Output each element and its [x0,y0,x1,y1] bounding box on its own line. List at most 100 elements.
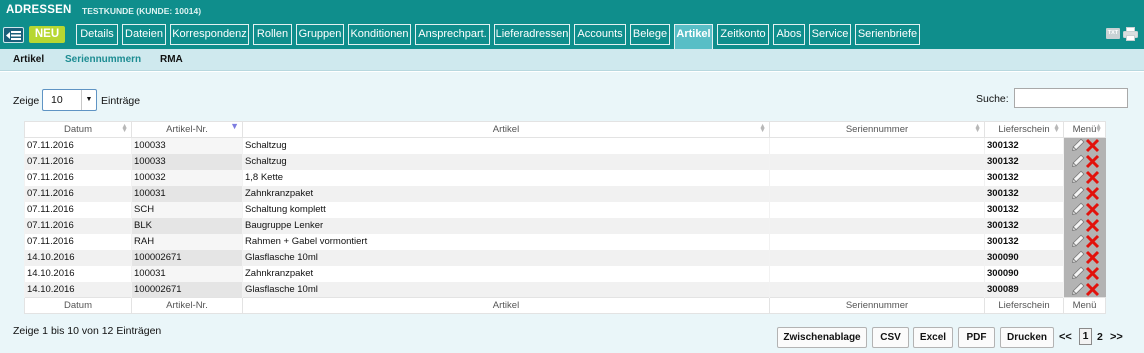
delete-x-icon[interactable] [1085,186,1100,201]
cell-seriennummer [769,249,985,266]
cell-lieferschein: 300090 [984,265,1064,282]
pencil-edit-icon[interactable] [1070,154,1085,169]
table-row[interactable]: 07.11.2016 SCH Schaltung komplett 300132 [24,201,1106,218]
cell-menu [1063,217,1106,234]
pencil-edit-icon[interactable] [1070,234,1085,249]
delete-x-icon[interactable] [1085,234,1100,249]
pencil-edit-icon[interactable] [1070,250,1085,265]
pagination-next[interactable]: >> [1110,331,1123,343]
cell-lieferschein: 300090 [984,249,1064,266]
tab-belege[interactable]: Belege [630,24,670,45]
tab-ansprechpartner[interactable]: Ansprechpart. [415,24,490,45]
pdf-button[interactable]: PDF [958,327,995,348]
excel-button[interactable]: Excel [913,327,953,348]
cell-seriennummer [769,137,985,154]
cell-artikel-nr: BLK [131,217,243,234]
serial-numbers-table: Datum ▲ ▼ Artikel-Nr. ▼ Artikel ▲ ▼ Seriennum… [24,121,1106,314]
table-row[interactable]: 07.11.2016 100032 1,8 Kette 300132 [24,169,1106,186]
pagination-page-2[interactable]: 2 [1097,331,1103,343]
column-footer-datum: Datum [24,297,132,314]
tab-accounts[interactable]: Accounts [574,24,626,45]
table-row[interactable]: 14.10.2016 100031 Zahnkranzpaket 300090 [24,265,1106,282]
table-footer-row: Datum Artikel-Nr. Artikel Seriennummer L… [24,297,1106,314]
tab-lieferadressen[interactable]: Lieferadressen [494,24,570,45]
page-size-select[interactable]: 10 ▼ [42,89,97,111]
cell-seriennummer [769,185,985,202]
tab-konditionen[interactable]: Konditionen [348,24,411,45]
cell-menu [1063,137,1106,154]
column-header-label: Artikel [492,124,520,135]
pagination-prev[interactable]: << [1059,331,1072,343]
table-row[interactable]: 07.11.2016 100031 Zahnkranzpaket 300132 [24,185,1106,202]
pencil-edit-icon[interactable] [1070,186,1085,201]
print-icon[interactable] [1123,27,1138,41]
cell-menu [1063,153,1106,170]
cell-seriennummer [769,169,985,186]
delete-x-icon[interactable] [1085,138,1100,153]
table-row[interactable]: 07.11.2016 100033 Schaltzug 300132 [24,153,1106,170]
tab-korrespondenz[interactable]: Korrespondenz [170,24,249,45]
column-header-artikel[interactable]: Artikel ▲ ▼ [242,121,770,138]
pagination-page-1[interactable]: 1 [1079,328,1092,345]
cell-artikel-nr: 100031 [131,265,243,282]
sort-icon: ▲ ▼ [759,123,766,134]
delete-x-icon[interactable] [1085,170,1100,185]
sort-icon: ▲ ▼ [1095,123,1102,134]
column-header-seriennummer[interactable]: Seriennummer ▲ ▼ [769,121,985,138]
table-row[interactable]: 07.11.2016 RAH Rahmen + Gabel vormontiert 3… [24,233,1106,250]
tab-artikel[interactable]: Artikel [674,24,713,49]
csv-button[interactable]: CSV [872,327,909,348]
subtab-rma[interactable]: RMA [160,54,183,65]
delete-x-icon[interactable] [1085,202,1100,217]
sidebar-toggle-button[interactable] [3,27,24,43]
tab-details[interactable]: Details [76,24,118,45]
delete-x-icon[interactable] [1085,266,1100,281]
tab-zeitkonto[interactable]: Zeitkonto [717,24,769,45]
pencil-edit-icon[interactable] [1070,138,1085,153]
cell-datum: 07.11.2016 [24,217,132,234]
cell-lieferschein: 300089 [984,281,1064,298]
table-header-row: Datum ▲ ▼ Artikel-Nr. ▼ Artikel ▲ ▼ Seriennum… [24,121,1106,138]
table-row[interactable]: 07.11.2016 100033 Schaltzug 300132 [24,137,1106,154]
cell-artikel: Zahnkranzpaket [242,185,770,202]
txt-export-icon[interactable]: TXT [1106,28,1120,39]
column-header-artikel-nr[interactable]: Artikel-Nr. ▼ [131,121,243,138]
table-row[interactable]: 14.10.2016 100002671 Glasflasche 10ml 30009… [24,249,1106,266]
table-row[interactable]: 14.10.2016 100002671 Glasflasche 10ml 30008… [24,281,1106,298]
cell-menu [1063,169,1106,186]
pencil-edit-icon[interactable] [1070,266,1085,281]
pencil-edit-icon[interactable] [1070,202,1085,217]
cell-artikel: 1,8 Kette [242,169,770,186]
pencil-edit-icon[interactable] [1070,218,1085,233]
print-button[interactable]: Drucken [1000,327,1054,348]
table-row[interactable]: 07.11.2016 BLK Baugruppe Lenker 300132 [24,217,1106,234]
cell-artikel-nr: 100002671 [131,281,243,298]
column-header-lieferschein[interactable]: Lieferschein ▲ ▼ [984,121,1064,138]
tab-gruppen[interactable]: Gruppen [296,24,344,45]
pencil-edit-icon[interactable] [1070,170,1085,185]
tab-abos[interactable]: Abos [773,24,805,45]
tab-serienbriefe[interactable]: Serienbriefe [855,24,920,45]
tab-dateien[interactable]: Dateien [122,24,166,45]
search-input[interactable] [1014,88,1128,108]
delete-x-icon[interactable] [1085,154,1100,169]
column-header-label: Menü [1072,124,1097,135]
subtab-artikel[interactable]: Artikel [13,54,44,65]
delete-x-icon[interactable] [1085,282,1100,297]
sort-desc-icon: ▼ [230,121,239,131]
cell-lieferschein: 300132 [984,137,1064,154]
delete-x-icon[interactable] [1085,218,1100,233]
column-header-menu: Menü ▲ ▼ [1063,121,1106,138]
clipboard-button[interactable]: Zwischenablage [777,327,867,348]
column-header-datum[interactable]: Datum ▲ ▼ [24,121,132,138]
cell-datum: 07.11.2016 [24,185,132,202]
delete-x-icon[interactable] [1085,250,1100,265]
tab-service[interactable]: Service [809,24,851,45]
new-button[interactable]: NEU [29,26,65,43]
pencil-edit-icon[interactable] [1070,282,1085,297]
cell-artikel-nr: 100033 [131,153,243,170]
subtab-seriennummern[interactable]: Seriennummern [65,54,141,65]
sort-icon: ▲ ▼ [1053,123,1060,134]
tab-rollen[interactable]: Rollen [253,24,292,45]
sort-icon: ▲ ▼ [974,123,981,134]
